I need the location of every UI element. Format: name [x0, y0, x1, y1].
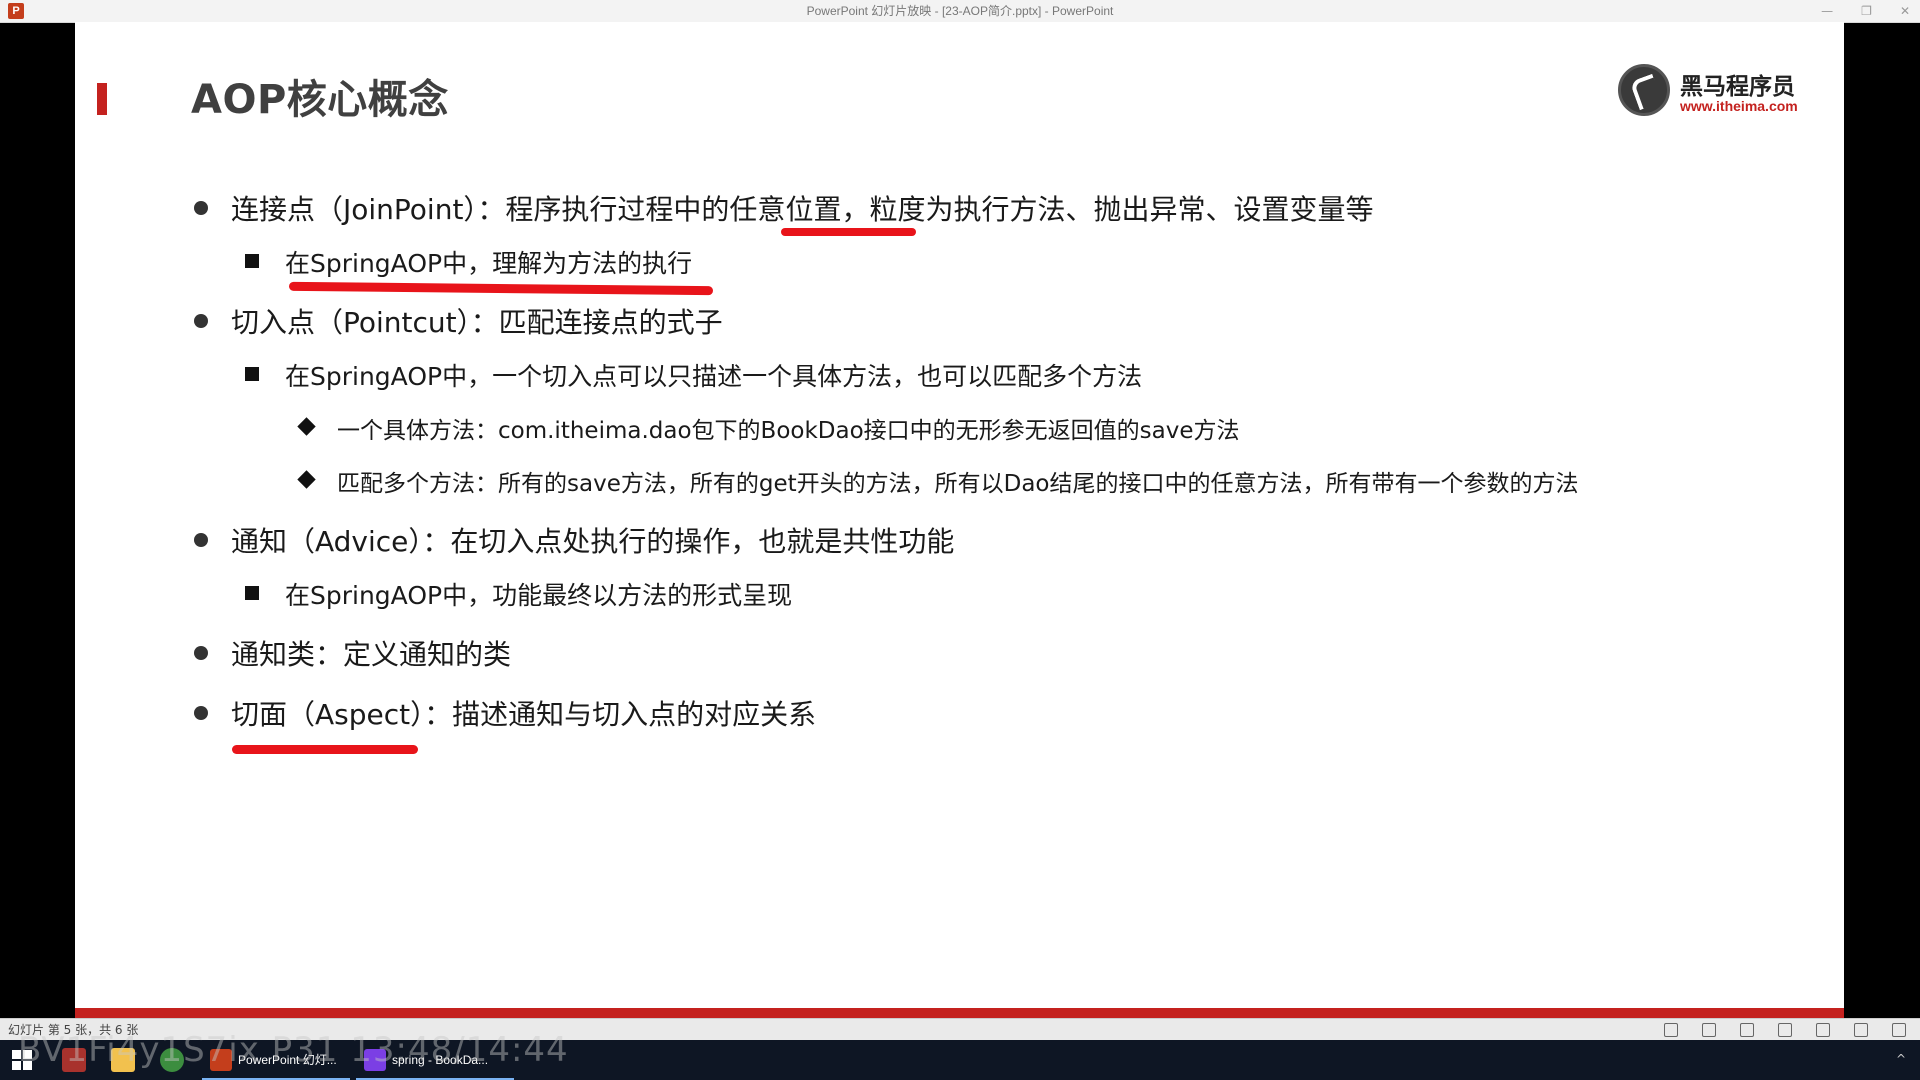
horse-logo-icon	[1618, 64, 1670, 116]
list-item: 连接点（JoinPoint）：程序执行过程中的任意位置，粒度为执行方法、抛出异常…	[231, 193, 1374, 226]
previous-icon[interactable]	[1664, 1023, 1678, 1037]
view-controls	[1664, 1023, 1906, 1037]
restore-button[interactable]: ❐	[1861, 4, 1872, 18]
slide-sorter-icon[interactable]	[1816, 1023, 1830, 1037]
logo-url: www.itheima.com	[1680, 98, 1798, 114]
itheima-logo: 黑马程序员 www.itheima.com	[1618, 62, 1818, 122]
list-item: 在SpringAOP中，功能最终以方法的形式呈现	[285, 581, 793, 610]
window-title-bar: P PowerPoint 幻灯片放映 - [23-AOP简介.pptx] - P…	[0, 0, 1920, 23]
pen-annotation-underline	[288, 281, 714, 296]
list-item: 通知（Advice）：在切入点处执行的操作，也就是共性功能	[231, 525, 955, 558]
pen-icon[interactable]	[1702, 1023, 1716, 1037]
slide-footer-bar	[75, 1008, 1844, 1018]
minimize-button[interactable]: —	[1821, 4, 1833, 18]
slideshow-icon[interactable]	[1892, 1023, 1906, 1037]
list-item: 切入点（Pointcut）：匹配连接点的式子	[231, 306, 723, 339]
menu-icon[interactable]	[1740, 1023, 1754, 1037]
list-item: 一个具体方法：com.itheima.dao包下的BookDao接口中的无形参无…	[337, 418, 1240, 444]
bullet-dot-icon	[194, 201, 208, 215]
slide-title: AOP核心概念	[191, 77, 449, 123]
pen-annotation-underline	[781, 228, 916, 236]
video-overlay-text: BV1Fi4y1S7ix P31 13:48/14:44	[18, 1030, 569, 1070]
list-item: 匹配多个方法：所有的save方法，所有的get开头的方法，所有以Dao结尾的接口…	[337, 471, 1579, 497]
bullet-square-icon	[245, 367, 259, 381]
bullet-dot-icon	[194, 533, 208, 547]
list-item: 在SpringAOP中，一个切入点可以只描述一个具体方法，也可以匹配多个方法	[285, 362, 1143, 391]
slide-canvas[interactable]: AOP核心概念 黑马程序员 www.itheima.com 连接点（JoinPo…	[75, 22, 1844, 1018]
chevron-up-icon[interactable]: ^	[1896, 1052, 1906, 1066]
bullet-dot-icon	[194, 706, 208, 720]
bullet-square-icon	[245, 254, 259, 268]
bullet-diamond-icon	[297, 417, 316, 436]
bullet-square-icon	[245, 586, 259, 600]
pen-annotation-underline	[232, 745, 418, 754]
title-accent-bar	[97, 83, 107, 115]
window-title: PowerPoint 幻灯片放映 - [23-AOP简介.pptx] - Pow…	[806, 4, 1114, 18]
list-item: 切面（Aspect）：描述通知与切入点的对应关系	[231, 698, 817, 731]
close-button[interactable]: ✕	[1900, 4, 1910, 18]
bullet-dot-icon	[194, 646, 208, 660]
list-item: 在SpringAOP中，理解为方法的执行	[285, 249, 693, 278]
list-item: 通知类：定义通知的类	[231, 638, 512, 671]
reading-view-icon[interactable]	[1854, 1023, 1868, 1037]
window-controls: — ❐ ✕	[1821, 0, 1910, 22]
bullet-diamond-icon	[297, 470, 316, 489]
bullet-dot-icon	[194, 314, 208, 328]
logo-name: 黑马程序员	[1680, 74, 1795, 100]
normal-view-icon[interactable]	[1778, 1023, 1792, 1037]
